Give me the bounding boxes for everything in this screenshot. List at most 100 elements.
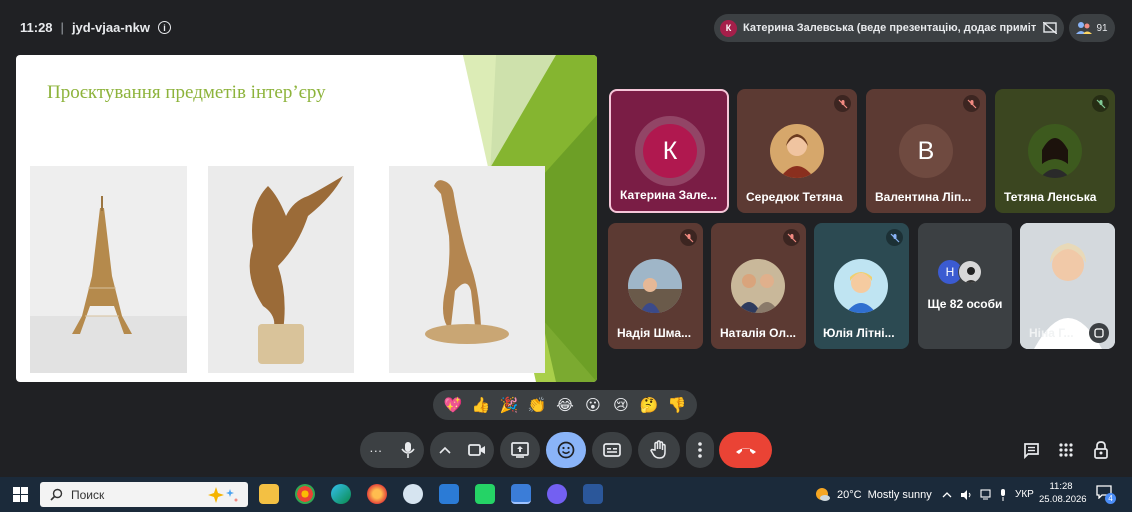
hand-icon xyxy=(650,440,666,459)
people-icon xyxy=(1076,22,1093,34)
giraffe-figure-photo xyxy=(389,166,545,373)
microphone-tray-icon[interactable] xyxy=(999,488,1007,501)
weather-sun-icon xyxy=(816,488,830,501)
participant-tile[interactable]: Наталія Ол... xyxy=(711,223,806,349)
participant-name: Наталія Ол... xyxy=(720,326,796,340)
store-icon[interactable] xyxy=(439,484,459,504)
weather-widget[interactable]: 20°C Mostly sunny xyxy=(814,477,932,512)
mic-off-icon xyxy=(963,95,980,112)
reaction-heart[interactable]: 💖 xyxy=(441,396,465,414)
chat-button[interactable] xyxy=(1021,440,1041,460)
reaction-clap[interactable]: 👏 xyxy=(525,396,549,414)
participant-name: Ніна Г... xyxy=(1029,326,1074,340)
sparkle-icon xyxy=(208,486,238,503)
participant-tile[interactable]: Надія Шма... xyxy=(608,223,703,349)
firefox-icon[interactable] xyxy=(367,484,387,504)
participant-tile[interactable]: В Валентина Ліп... xyxy=(866,89,986,213)
reaction-thumbs-down[interactable]: 👎 xyxy=(665,396,689,414)
chevron-up-icon[interactable] xyxy=(942,491,952,498)
pin-icon[interactable] xyxy=(1089,323,1109,343)
participant-name: Тетяна Ленська xyxy=(1004,190,1097,204)
file-explorer-icon[interactable] xyxy=(259,484,279,504)
viber-icon[interactable] xyxy=(547,484,567,504)
meeting-code: jyd-vjaa-nkw xyxy=(71,20,150,35)
audio-options-button[interactable]: ··· xyxy=(369,443,382,458)
avatar xyxy=(1028,124,1082,178)
activities-button[interactable] xyxy=(1056,440,1076,460)
mic-control-group: ··· xyxy=(360,432,424,468)
chat-icon xyxy=(1023,442,1039,459)
reaction-party[interactable]: 🎉 xyxy=(497,396,521,414)
more-vertical-icon xyxy=(698,442,702,458)
participants-button[interactable]: 91 xyxy=(1069,14,1115,42)
chrome-icon[interactable] xyxy=(295,484,315,504)
reaction-thumbs-up[interactable]: 👍 xyxy=(469,396,493,414)
speaker-icon[interactable] xyxy=(960,489,972,500)
more-participants-tile[interactable]: Н Ще 82 особи xyxy=(918,223,1012,349)
language-indicator[interactable]: УКР xyxy=(1015,489,1034,500)
reaction-sad[interactable]: 😢 xyxy=(609,396,633,414)
avatar: В xyxy=(899,124,953,178)
active-browser-icon[interactable] xyxy=(511,484,531,504)
reactions-button[interactable] xyxy=(546,432,586,468)
taskbar-search[interactable]: Поиск xyxy=(40,482,248,507)
camera-control-group xyxy=(430,432,494,468)
stop-presenting-button[interactable] xyxy=(1036,14,1064,42)
presenter-avatar: К xyxy=(720,19,737,37)
chevron-up-icon[interactable] xyxy=(438,446,451,454)
mic-off-icon xyxy=(886,229,903,246)
participant-tile[interactable]: Ніна Г... xyxy=(1020,223,1115,349)
avatar xyxy=(958,260,982,284)
avatar xyxy=(834,259,888,313)
presenter-chip[interactable]: К Катерина Залевська (веде презентацію, … xyxy=(714,14,1063,42)
paint-icon[interactable] xyxy=(403,484,423,504)
avatar xyxy=(770,124,824,178)
meeting-time: 11:28 xyxy=(20,20,53,35)
mic-off-icon xyxy=(1092,95,1109,112)
participant-name: Юлія Літні... xyxy=(823,326,895,340)
hang-up-icon xyxy=(735,448,756,454)
search-icon xyxy=(50,488,63,501)
eiffel-tower-model-photo xyxy=(30,166,187,373)
reactions-bar: 💖 👍 🎉 👏 😂 😮 😢 🤔 👎 xyxy=(433,390,697,420)
display-icon[interactable] xyxy=(980,489,991,500)
captions-button[interactable] xyxy=(592,432,632,468)
leave-call-button[interactable] xyxy=(719,432,772,468)
participant-tile[interactable]: Тетяна Ленська xyxy=(995,89,1115,213)
participant-tile[interactable]: Середюк Тетяна xyxy=(737,89,857,213)
more-options-button[interactable] xyxy=(686,432,714,468)
captions-icon xyxy=(603,443,621,457)
whatsapp-icon[interactable] xyxy=(475,484,495,504)
reaction-surprised[interactable]: 😮 xyxy=(581,396,605,414)
host-controls-button[interactable] xyxy=(1091,440,1111,460)
weather-temp: 20°C xyxy=(837,488,862,501)
participant-tile[interactable]: Юлія Літні... xyxy=(814,223,909,349)
avatar xyxy=(731,259,785,313)
camera-icon[interactable] xyxy=(467,443,486,457)
meeting-info-separator: | xyxy=(60,20,64,35)
info-icon[interactable]: i xyxy=(157,21,171,34)
windows-start-icon[interactable] xyxy=(13,487,28,502)
reaction-thinking[interactable]: 🤔 xyxy=(637,396,661,414)
angel-figure-photo xyxy=(208,166,354,373)
participant-name: Катерина Зале... xyxy=(620,188,717,202)
apps-grid-icon xyxy=(1059,443,1073,457)
raise-hand-button[interactable] xyxy=(638,432,680,468)
taskbar-clock[interactable]: 11:28 25.08.2026 xyxy=(1039,480,1087,506)
reaction-laugh[interactable]: 😂 xyxy=(553,396,577,414)
mic-icon[interactable] xyxy=(401,441,415,459)
clock-date: 25.08.2026 xyxy=(1039,494,1087,505)
present-button[interactable] xyxy=(500,432,540,468)
present-off-icon xyxy=(1043,22,1057,34)
avatar xyxy=(628,259,682,313)
slide-title: Проєктування предметів інтер’єру xyxy=(47,82,326,103)
notification-center-button[interactable]: 4 xyxy=(1096,485,1116,505)
participant-tile[interactable]: К Катерина Зале... xyxy=(609,89,729,213)
edge-icon[interactable] xyxy=(331,484,351,504)
weather-desc: Mostly sunny xyxy=(867,488,932,501)
participant-name: Середюк Тетяна xyxy=(746,190,843,204)
word-icon[interactable] xyxy=(583,484,603,504)
participant-name: Валентина Ліп... xyxy=(875,190,972,204)
mic-off-icon xyxy=(783,229,800,246)
top-bar: 11:28 | jyd-vjaa-nkw i К Катерина Залевс… xyxy=(0,0,1132,54)
